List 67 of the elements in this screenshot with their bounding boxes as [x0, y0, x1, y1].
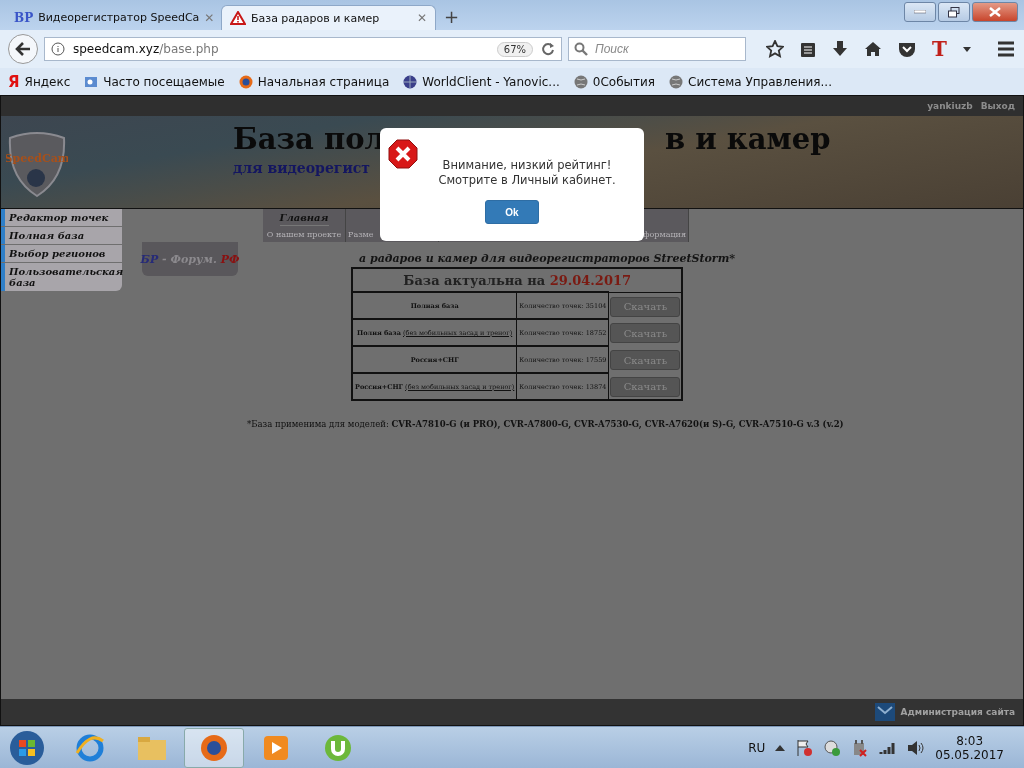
url-text: speedcam.xyz/base.php [73, 42, 219, 56]
start-button[interactable] [8, 728, 46, 767]
info-icon [51, 42, 65, 56]
sidebar-item[interactable]: Полная база [1, 227, 122, 244]
bookmark-item[interactable]: Начальная страница [238, 74, 390, 89]
close-icon[interactable]: ✕ [416, 11, 427, 25]
flag-icon[interactable] [795, 738, 814, 757]
intro-text: а радаров и камер для видеорегистраторов StreetStorm* [359, 252, 737, 265]
dropdown-icon[interactable] [962, 46, 971, 52]
footnote: *База применима для моделей: CVR-A7810-G (и PRO), CVR-A7800-G, CVR-A7530-G, CVR-A7620(и S)-G, CVR-A7510-G v.3 (v.2) [247, 419, 844, 429]
browser-icon [75, 732, 105, 763]
globe-icon [573, 74, 588, 89]
download-icon[interactable] [832, 40, 848, 58]
extension-button[interactable]: T [932, 37, 947, 61]
bookmark-item[interactable]: WorldClient - Yanovic... [403, 74, 560, 89]
page-title: в и камер [665, 122, 831, 156]
close-button[interactable] [972, 2, 1018, 22]
sidebar-item[interactable]: Выбор регионов [1, 245, 122, 262]
ok-button[interactable]: Ok [485, 200, 539, 224]
sidebar-item[interactable]: Редактор точек [1, 209, 122, 226]
logout-link[interactable]: Выход [980, 101, 1015, 111]
network-icon[interactable] [823, 738, 842, 757]
power-plug-icon[interactable] [851, 738, 870, 757]
admin-link[interactable]: Администрация сайта [900, 707, 1015, 717]
username-link[interactable]: yankiuzb [927, 101, 973, 111]
browser-tab[interactable]: ВР Видеорегистратор SpeedCa ✕ [6, 5, 221, 30]
language-indicator[interactable]: RU [748, 740, 766, 755]
zoom-indicator[interactable]: 67% [496, 41, 533, 57]
menu-icon[interactable] [996, 41, 1015, 57]
globe-icon [669, 74, 684, 89]
error-icon [388, 139, 418, 169]
restore-button[interactable] [938, 2, 970, 22]
bookmark-item[interactable]: Часто посещаемые [84, 74, 225, 89]
sidebar-item[interactable]: Пользовательская база [1, 263, 122, 291]
mail-icon [874, 703, 895, 721]
torrent-icon [323, 732, 353, 763]
volume-icon[interactable] [907, 739, 926, 756]
reload-icon[interactable] [541, 42, 555, 56]
globe-icon [403, 74, 418, 89]
pocket-icon[interactable] [898, 41, 916, 57]
site-favicon: ВР [14, 10, 34, 25]
bookmark-item[interactable]: 0События [573, 74, 656, 89]
reading-list-icon[interactable] [800, 40, 816, 58]
firefox-icon [199, 732, 229, 763]
clock[interactable]: 8:03 05.05.2017 [935, 733, 1004, 762]
media-player-icon [262, 733, 290, 762]
tray-arrow-icon[interactable] [775, 744, 786, 751]
new-tab-icon[interactable]: + [444, 6, 460, 27]
search-field[interactable]: Поиск [568, 37, 746, 61]
folder-icon [84, 74, 99, 89]
taskbar-app[interactable] [184, 727, 244, 768]
home-icon[interactable] [864, 41, 882, 57]
warning-icon [230, 11, 246, 25]
bookmark-item[interactable]: Я Яндекс [8, 72, 71, 91]
alert-message: Внимание, низкий рейтинг! Смотрите в Личный кабинет. [437, 158, 617, 188]
firefox-icon [238, 74, 253, 89]
star-icon[interactable] [766, 40, 784, 58]
bookmark-item[interactable]: Система Управления... [669, 74, 832, 89]
restore-icon [948, 6, 960, 18]
browser-tab[interactable]: База радаров и камер ✕ [221, 5, 436, 30]
back-button[interactable] [8, 34, 38, 64]
back-arrow-icon [15, 42, 31, 56]
signal-icon[interactable] [879, 740, 898, 755]
search-icon [574, 42, 588, 56]
minimize-icon [914, 10, 926, 14]
address-bar[interactable]: speedcam.xyz/base.php 67% [44, 37, 562, 61]
close-icon [989, 7, 1001, 17]
